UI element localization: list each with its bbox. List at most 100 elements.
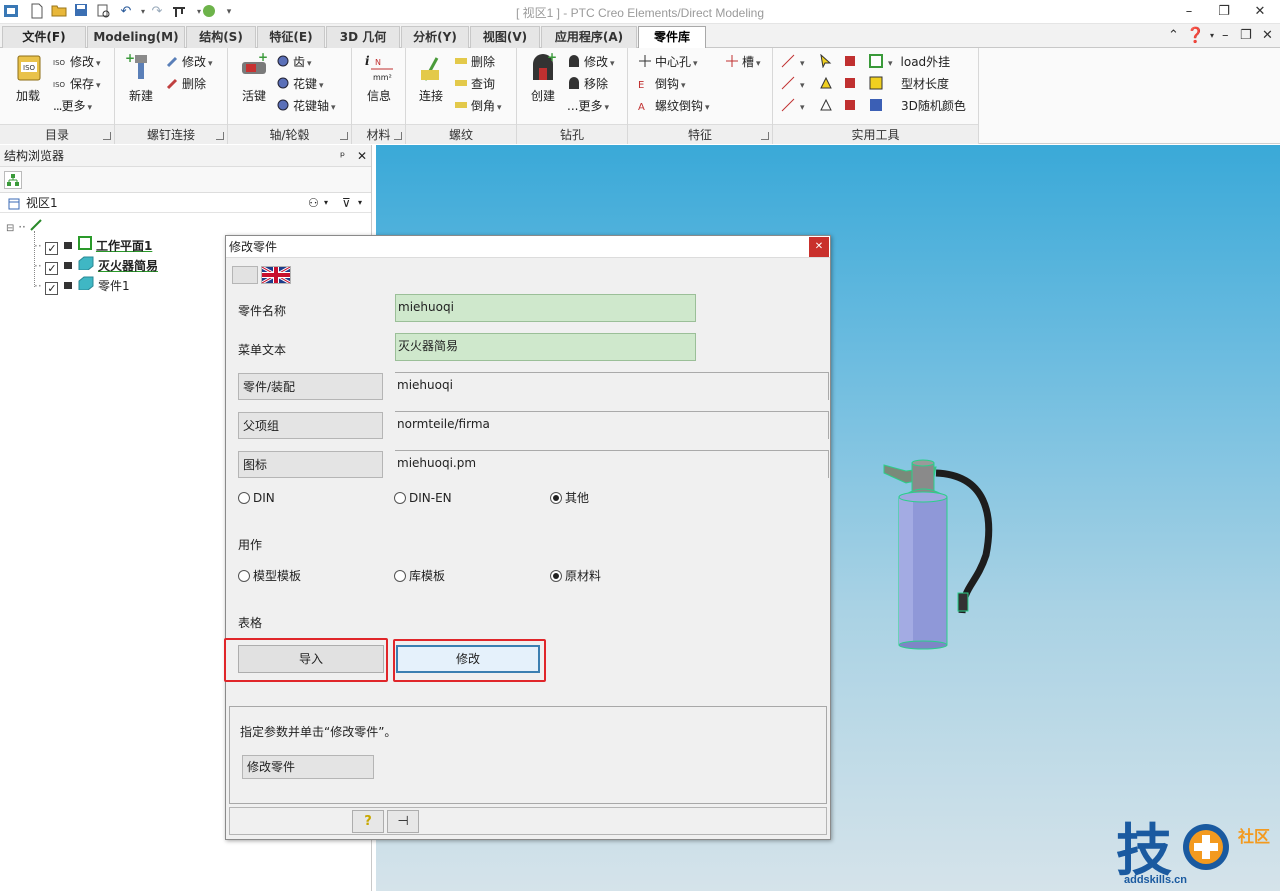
spline-shaft-button[interactable]: 花键轴 ▾	[276, 96, 336, 116]
select-arrow-button[interactable]	[819, 52, 836, 72]
part-assembly-label[interactable]: 零件/装配	[238, 373, 383, 400]
icon-field[interactable]: miehuoqi.pm	[395, 450, 829, 478]
select-face-button[interactable]	[819, 74, 836, 94]
util-tool-3-button[interactable]	[843, 96, 860, 116]
util-tool-2-button[interactable]	[843, 74, 860, 94]
dialog-launcher-icon[interactable]	[103, 132, 111, 140]
restore-button[interactable]: ❐	[1212, 2, 1236, 22]
tab-applications[interactable]: 应用程序(A)	[541, 26, 637, 48]
load-button[interactable]: ISO 加载	[10, 52, 46, 104]
radio-raw-material[interactable]: 原材料	[550, 568, 601, 584]
screw-new-button[interactable]: + 新建	[123, 51, 159, 104]
catalog-more-button[interactable]: ...更多 ▾	[53, 96, 92, 116]
screw-modify-button[interactable]: 修改 ▾	[165, 52, 213, 72]
part-assembly-field[interactable]: miehuoqi	[395, 372, 829, 400]
select-edge-button[interactable]	[819, 96, 836, 116]
drill-remove-button[interactable]: 移除	[567, 74, 608, 94]
pin-button[interactable]: ⊣	[387, 810, 419, 833]
drill-create-button[interactable]: + 创建	[525, 50, 561, 104]
tree-item-label: 灭火器简易	[97, 259, 158, 273]
help-icon[interactable]: ❓	[1186, 26, 1205, 44]
thread-query-button[interactable]: 查询	[454, 74, 495, 94]
view-row[interactable]: 视区1 ⚇ ▾ ⊽ ▾	[0, 193, 371, 213]
groove-button[interactable]: 槽 ▾	[725, 52, 761, 72]
tab-modeling[interactable]: Modeling(M)	[87, 26, 185, 48]
parent-group-field[interactable]: normteile/firma	[395, 411, 829, 439]
dialog-launcher-icon[interactable]	[216, 132, 224, 140]
visibility-checkbox[interactable]: ✓	[45, 262, 59, 275]
visibility-checkbox[interactable]: ✓	[45, 242, 59, 255]
filter-icon[interactable]: ⊽	[342, 193, 351, 213]
help-dropdown-icon[interactable]: ▾	[1210, 31, 1214, 40]
tree-item-workplane[interactable]: ·· ✓ 工作平面1	[34, 236, 152, 256]
minimize-button[interactable]: –	[1177, 2, 1201, 22]
drill-more-button[interactable]: ...更多 ▾	[567, 96, 609, 116]
profile-length-button[interactable]: 型材长度	[869, 74, 949, 94]
radio-library-template[interactable]: 库模板	[394, 568, 445, 584]
dialog-launcher-icon[interactable]	[761, 132, 769, 140]
util-curve-2-button[interactable]: ▾	[781, 74, 805, 94]
parent-group-label[interactable]: 父项组	[238, 412, 383, 439]
part-name-input[interactable]: miehuoqi	[395, 294, 696, 322]
thread-delete-button[interactable]: 删除	[454, 52, 495, 72]
pin-icon[interactable]: ᵖ	[340, 145, 345, 167]
icon-label[interactable]: 图标	[238, 451, 383, 478]
spline-button[interactable]: 花键 ▾	[276, 74, 324, 94]
load-plugin-button[interactable]: ▾ load外挂	[869, 52, 950, 72]
restore-doc-icon[interactable]: ❐	[1240, 28, 1252, 43]
close-doc-icon[interactable]: ✕	[1262, 28, 1273, 43]
color-grid-icon	[869, 98, 883, 112]
random-color-button[interactable]: 3D随机颜色	[869, 96, 966, 116]
binoculars-icon[interactable]: ⚇	[308, 193, 319, 213]
tab-feature[interactable]: 特征(E)	[257, 26, 325, 48]
modify-part-button[interactable]: 修改零件	[242, 755, 374, 779]
drill-modify-button[interactable]: 修改 ▾	[567, 52, 615, 72]
language-blank-button[interactable]	[232, 266, 258, 284]
modify-button[interactable]: 修改	[396, 645, 540, 673]
dialog-launcher-icon[interactable]	[394, 132, 402, 140]
tree-view-icon[interactable]	[4, 171, 22, 189]
radio-other[interactable]: 其他	[550, 490, 589, 506]
tab-file[interactable]: 文件(F)	[2, 26, 86, 48]
collapse-icon[interactable]: ⊟	[6, 223, 14, 234]
thread-chamfer-button[interactable]: 倒角 ▾	[454, 96, 502, 116]
screw-delete-button[interactable]: 删除	[165, 74, 206, 94]
help-button[interactable]: ?	[352, 810, 384, 833]
tree-item-part1[interactable]: ·· ✓ 零件1	[34, 276, 130, 296]
tab-part-library[interactable]: 零件库	[638, 26, 706, 49]
visibility-checkbox[interactable]: ✓	[45, 282, 59, 295]
undercut-button[interactable]: E 倒钩 ▾	[638, 74, 686, 94]
util-curve-3-button[interactable]: ▾	[781, 96, 805, 116]
tree-root[interactable]: ⊟ ··	[6, 217, 42, 237]
thread-connect-button[interactable]: 连接	[413, 52, 449, 104]
binoculars-dropdown-icon[interactable]: ▾	[324, 193, 328, 213]
radio-model-template[interactable]: 模型模板	[238, 568, 301, 584]
dialog-close-button[interactable]: ✕	[809, 237, 829, 257]
key-button[interactable]: + 活键	[236, 50, 272, 104]
tab-analysis[interactable]: 分析(Y)	[401, 26, 469, 48]
menu-text-input[interactable]: 灭火器简易	[395, 333, 696, 361]
catalog-save-button[interactable]: ISO 保存 ▾	[53, 74, 101, 94]
gear-button[interactable]: 齿 ▾	[276, 52, 312, 72]
tab-structure[interactable]: 结构(S)	[186, 26, 256, 48]
radio-din[interactable]: DIN	[238, 490, 275, 506]
util-curve-1-button[interactable]: ▾	[781, 52, 805, 72]
dialog-launcher-icon[interactable]	[340, 132, 348, 140]
green-square-icon	[869, 54, 883, 68]
tree-item-extinguisher[interactable]: ·· ✓ 灭火器简易	[34, 256, 158, 276]
catalog-modify-button[interactable]: ISO 修改 ▾	[53, 52, 101, 72]
collapse-ribbon-icon[interactable]: ⌃	[1168, 28, 1179, 43]
import-button[interactable]: 导入	[238, 645, 384, 673]
close-window-button[interactable]: ✕	[1248, 2, 1272, 22]
uk-flag-icon[interactable]	[261, 265, 291, 285]
thread-undercut-button[interactable]: A 螺纹倒钩 ▾	[638, 96, 710, 116]
tab-3d-geometry[interactable]: 3D 几何	[326, 26, 400, 48]
filter-dropdown-icon[interactable]: ▾	[358, 193, 362, 213]
min-doc-icon[interactable]: –	[1222, 28, 1229, 43]
center-hole-button[interactable]: 中心孔 ▾	[638, 52, 698, 72]
util-tool-1-button[interactable]	[843, 52, 860, 72]
tab-view[interactable]: 视图(V)	[470, 26, 540, 48]
radio-din-en[interactable]: DIN-EN	[394, 490, 452, 506]
material-info-button[interactable]: i Nmm² 信息	[361, 52, 397, 104]
close-panel-icon[interactable]: ✕	[357, 145, 367, 167]
